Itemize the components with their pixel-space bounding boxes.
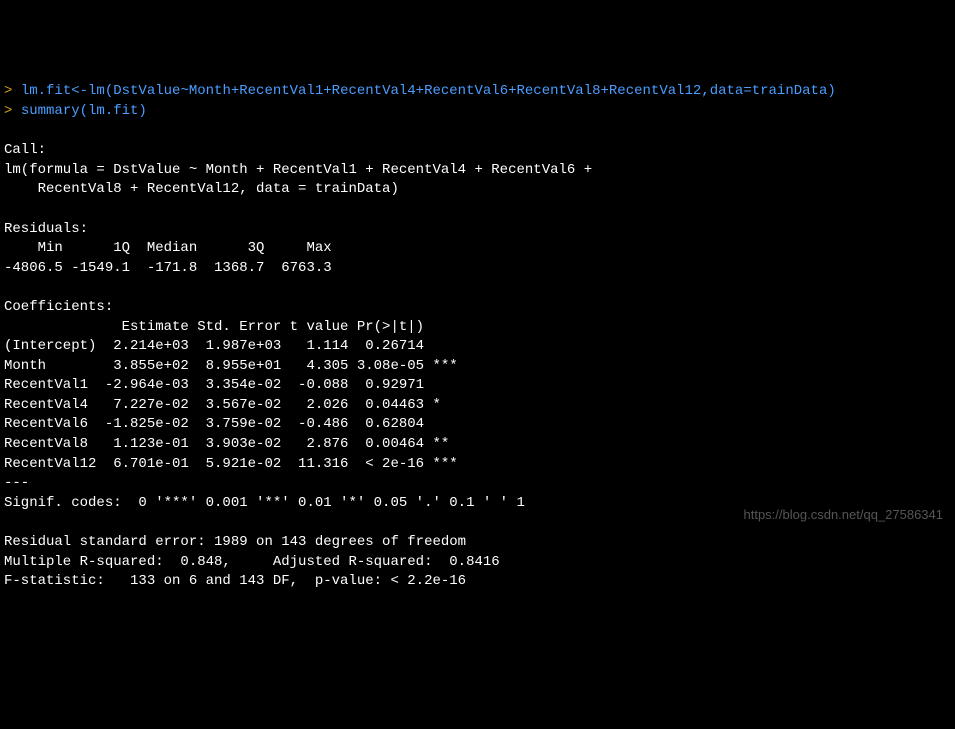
coef-recentval12: RecentVal12 6.701e-01 5.921e-02 11.316 <…	[4, 456, 458, 472]
coef-recentval1: RecentVal1 -2.964e-03 3.354e-02 -0.088 0…	[4, 377, 458, 393]
residuals-label: Residuals:	[4, 221, 88, 237]
coefficients-header: Estimate Std. Error t value Pr(>|t|)	[4, 319, 458, 335]
r-squared: Multiple R-squared: 0.848, Adjusted R-sq…	[4, 554, 508, 570]
call-formula-1: lm(formula = DstValue ~ Month + RecentVa…	[4, 162, 601, 178]
f-statistic: F-statistic: 133 on 6 and 143 DF, p-valu…	[4, 573, 466, 589]
residuals-header: Min 1Q Median 3Q Max	[4, 240, 340, 256]
prompt-2: >	[4, 103, 21, 119]
command-summary: summary(lm.fit)	[21, 103, 147, 119]
command-lm-fit: lm.fit<-lm(DstValue~Month+RecentVal1+Rec…	[21, 83, 836, 99]
coef-recentval8: RecentVal8 1.123e-01 3.903e-02 2.876 0.0…	[4, 436, 458, 452]
prompt-1: >	[4, 83, 21, 99]
call-formula-2: RecentVal8 + RecentVal12, data = trainDa…	[4, 181, 399, 197]
signif-codes: Signif. codes: 0 '***' 0.001 '**' 0.01 '…	[4, 495, 525, 511]
coef-month: Month 3.855e+02 8.955e+01 4.305 3.08e-05…	[4, 358, 458, 374]
residual-std-error: Residual standard error: 1989 on 143 deg…	[4, 534, 466, 550]
call-label: Call:	[4, 142, 46, 158]
coefficients-label: Coefficients:	[4, 299, 113, 315]
coef-recentval4: RecentVal4 7.227e-02 3.567e-02 2.026 0.0…	[4, 397, 458, 413]
separator: ---	[4, 475, 29, 491]
watermark-url: https://blog.csdn.net/qq_27586341	[744, 506, 944, 524]
coef-recentval6: RecentVal6 -1.825e-02 3.759e-02 -0.486 0…	[4, 416, 458, 432]
coef-intercept: (Intercept) 2.214e+03 1.987e+03 1.114 0.…	[4, 338, 458, 354]
residuals-values: -4806.5 -1549.1 -171.8 1368.7 6763.3	[4, 260, 340, 276]
